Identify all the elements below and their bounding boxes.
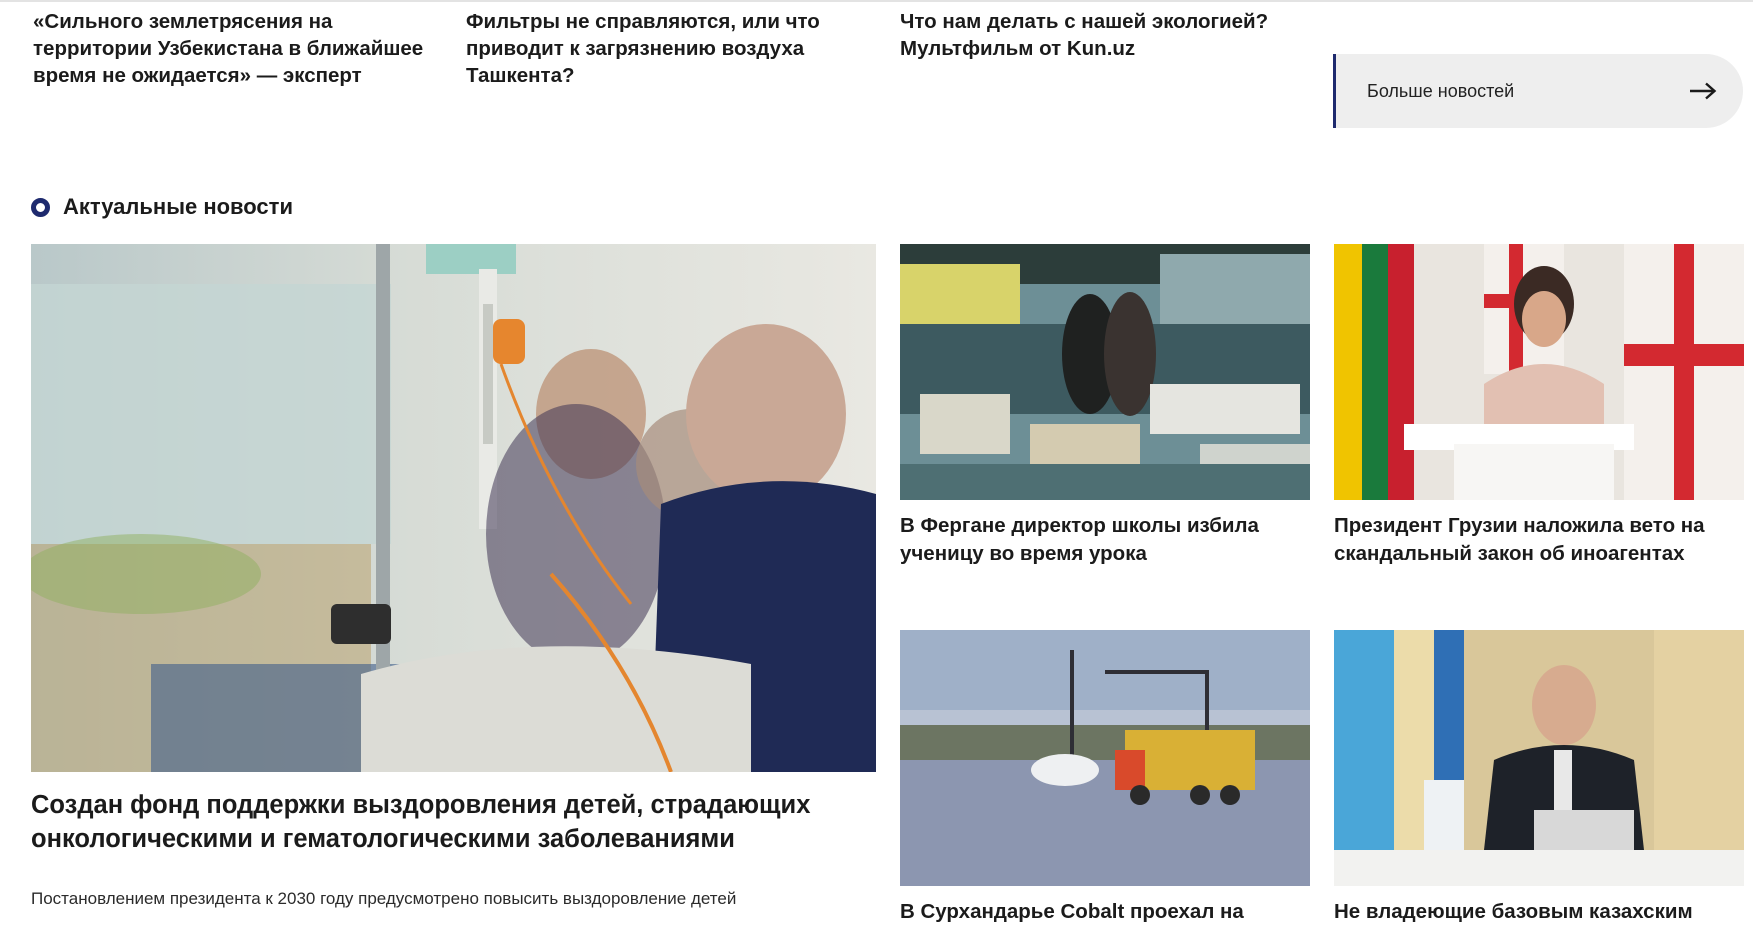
news-card-title[interactable]: В Сурхандарье Cobalt проехал на [900,898,1312,926]
featured-news-lead: Постановлением президента к 2030 году пр… [31,889,737,908]
news-card[interactable]: В Фергане директор школы избила ученицу … [900,244,1310,574]
more-news-label: Больше новостей [1367,80,1515,101]
section-title: Актуальные новости [63,194,293,219]
featured-news-title[interactable]: Создан фонд поддержки выздоровления дете… [31,788,876,856]
news-card-image [1334,630,1744,886]
top-divider [0,0,1753,2]
news-card-image [900,244,1310,500]
featured-news-card[interactable]: Создан фонд поддержки выздоровления дете… [31,244,876,884]
featured-news-image [31,244,876,772]
top-news-item[interactable]: Что нам делать с нашей экологией? Мультф… [900,8,1310,62]
news-card[interactable]: В Сурхандарье Cobalt проехал на [900,630,1310,923]
arrow-right-icon [1690,82,1717,100]
top-news-item[interactable]: «Сильного землетрясения на территории Уз… [33,8,443,89]
news-card-image [900,630,1310,886]
news-card-title[interactable]: Президент Грузии наложила вето на сканда… [1334,512,1746,568]
section-header: Актуальные новости [31,192,293,222]
news-card-title[interactable]: Не владеющие базовым казахским [1334,898,1746,926]
news-card-image [1334,244,1744,500]
top-news-item[interactable]: Фильтры не справляются, или что приводит… [466,8,876,89]
news-card[interactable]: Президент Грузии наложила вето на сканда… [1334,244,1744,574]
more-news-button[interactable]: Больше новостей [1333,54,1743,128]
ring-bullet-icon [31,197,50,217]
news-card[interactable]: Не владеющие базовым казахским [1334,630,1744,923]
news-card-title[interactable]: В Фергане директор школы избила ученицу … [900,512,1312,568]
